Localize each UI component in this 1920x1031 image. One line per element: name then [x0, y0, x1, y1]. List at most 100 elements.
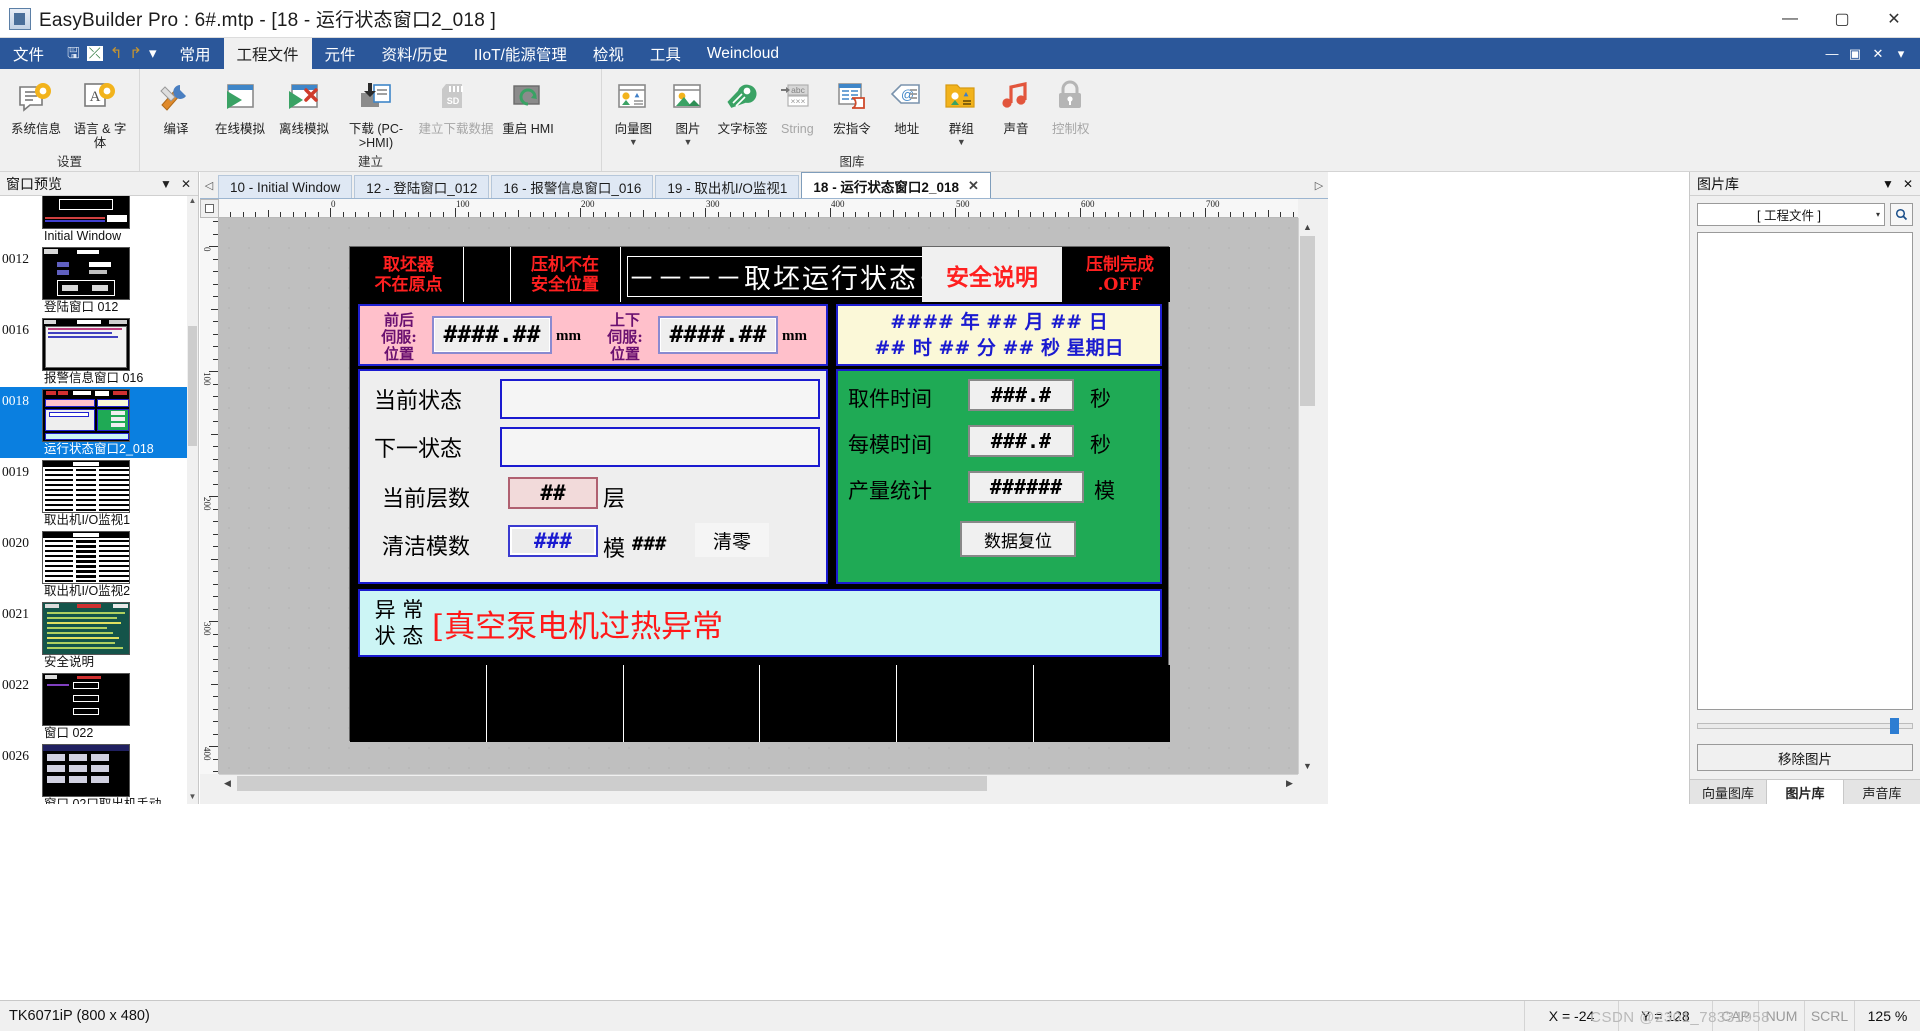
canvas-vertical-scrollbar[interactable]: ▲ ▼ — [1298, 218, 1316, 774]
abnormal-status-panel[interactable]: 异 常 状 态 [真空泵电机过热异常 — [358, 589, 1162, 657]
picture-library-list[interactable] — [1697, 232, 1913, 710]
ribbon-button-compile[interactable]: 编译 — [144, 74, 208, 146]
slider-knob[interactable] — [1890, 718, 1899, 734]
menu-item-tools[interactable]: 工具 — [637, 38, 694, 69]
tab-scroll-left-icon[interactable]: ◁ — [200, 172, 218, 198]
panel-close-icon[interactable]: ✕ — [181, 177, 191, 191]
hmi-canvas[interactable]: 取坯器 不在原点 压机不在 安全位置 －－－－取坯运行状态－－－ 安全说明 压制… — [219, 218, 1298, 774]
mdi-more-button[interactable]: ▾ — [1891, 44, 1911, 64]
minimize-button[interactable]: — — [1764, 0, 1816, 38]
window-list-item[interactable]: 0010 Initial Window — [0, 196, 198, 245]
window-list-item[interactable]: 0019 取出机I/O监视1 — [0, 458, 198, 529]
current-state-value[interactable] — [500, 379, 820, 419]
ribbon-button-download-pc-to-hmi[interactable]: 下载 (PC->HMI) — [336, 74, 416, 150]
ribbon-button-picture[interactable]: 图片 ▼ — [661, 74, 716, 147]
ribbon-button-online-simulation[interactable]: 在线模拟 — [208, 74, 272, 146]
tab-vector-library[interactable]: 向量图库 — [1690, 780, 1767, 804]
ribbon-button-group[interactable]: 群组 ▼ — [934, 74, 989, 147]
bottom-button-2[interactable] — [486, 665, 624, 742]
production-panel[interactable]: 取件时间 ###.# 秒 每模时间 ###.# 秒 产量统计 ###### 模 … — [836, 369, 1162, 584]
maximize-button[interactable]: ▢ — [1816, 0, 1868, 38]
hmi-screen[interactable]: 取坯器 不在原点 压机不在 安全位置 －－－－取坯运行状态－－－ 安全说明 压制… — [349, 246, 1170, 742]
bottom-button-1[interactable] — [350, 665, 487, 742]
alarm-indicator-pickup-not-home[interactable]: 取坯器 不在原点 — [356, 247, 461, 302]
scrollbar-thumb[interactable] — [1300, 236, 1315, 406]
mdi-close-button[interactable]: ✕ — [1868, 44, 1888, 64]
tab-io-monitor-1[interactable]: 19 - 取出机I/O监视1 — [655, 175, 800, 198]
redo-icon[interactable]: ↱ — [129, 46, 142, 61]
scroll-up-arrow[interactable]: ▲ — [1299, 218, 1316, 235]
menu-item-project-file[interactable]: 工程文件 — [223, 38, 312, 69]
tab-sound-library[interactable]: 声音库 — [1844, 780, 1920, 804]
window-list-item[interactable]: 0026 窗口 02口取出机手动 — [0, 742, 198, 804]
window-list-item[interactable]: 0022 窗口 022 — [0, 671, 198, 742]
next-state-value[interactable] — [500, 427, 820, 467]
panel-collapse-icon[interactable]: ▼ — [160, 177, 172, 191]
tab-close-icon[interactable]: ✕ — [968, 178, 979, 194]
data-reset-button[interactable]: 数据复位 — [960, 521, 1076, 557]
undo-icon[interactable]: ↰ — [110, 46, 123, 61]
clean-count-value[interactable]: ### — [508, 525, 598, 557]
window-list-item-selected[interactable]: 0018 运行状态窗口2_018 — [0, 387, 198, 458]
chevron-down-icon[interactable]: ▾ — [1876, 210, 1880, 219]
output-count-value[interactable]: ###### — [968, 471, 1084, 503]
ribbon-button-build-download-data[interactable]: SD 建立下载数据 — [416, 74, 496, 146]
tab-initial-window[interactable]: 10 - Initial Window — [218, 175, 353, 198]
menu-item-data-history[interactable]: 资料/历史 — [369, 38, 461, 69]
tab-alarm-window[interactable]: 16 - 报警信息窗口_016 — [491, 175, 654, 198]
chevron-down-icon[interactable]: ▼ — [629, 137, 638, 147]
bottom-button-6[interactable] — [1034, 665, 1170, 742]
scroll-up-arrow[interactable]: ▲ — [187, 196, 198, 208]
window-list-item[interactable]: 0021 安全说明 — [0, 600, 198, 671]
ribbon-button-reboot-hmi[interactable]: 重启 HMI — [496, 74, 560, 146]
tab-run-status-window-2[interactable]: 18 - 运行状态窗口2_018 ✕ — [801, 172, 991, 198]
cycle-time-value[interactable]: ###.# — [968, 425, 1074, 457]
menu-item-objects[interactable]: 元件 — [312, 38, 369, 69]
window-list-item[interactable]: 0012 登陆窗口 012 — [0, 245, 198, 316]
ribbon-button-offline-simulation[interactable]: 离线模拟 — [272, 74, 336, 146]
bottom-button-5[interactable] — [897, 665, 1035, 742]
panel-close-icon[interactable]: ✕ — [1903, 177, 1913, 191]
menu-item-common[interactable]: 常用 — [167, 38, 224, 69]
ribbon-button-macro[interactable]: 宏指令 — [825, 74, 880, 146]
picture-size-slider[interactable] — [1697, 718, 1913, 734]
status-panel[interactable]: 当前状态 下一状态 当前层数 ## 层 清洁模数 ### 模 ### 清零 — [358, 369, 828, 584]
scroll-down-arrow[interactable]: ▼ — [1299, 757, 1316, 774]
ribbon-button-language-font[interactable]: A 语言 & 字体 — [68, 74, 132, 150]
chevron-down-icon[interactable]: ▼ — [684, 137, 693, 147]
tab-picture-library[interactable]: 图片库 — [1767, 780, 1844, 804]
menu-item-iiot[interactable]: IIoT/能源管理 — [461, 38, 580, 69]
bottom-button-3[interactable] — [623, 665, 761, 742]
ribbon-button-control-rights[interactable]: 控制权 — [1043, 74, 1098, 146]
ribbon-button-string[interactable]: abc ××× String — [770, 74, 825, 146]
window-list-item[interactable]: 0016 报警信息窗口 016 — [0, 316, 198, 387]
ribbon-button-text-label[interactable]: 文字标签 — [715, 74, 770, 146]
save-icon[interactable]: 🖫 — [67, 46, 80, 61]
window-list-item[interactable]: 0020 取出机I/O监视2 — [0, 529, 198, 600]
safety-instruction-button[interactable]: 安全说明 — [922, 247, 1062, 302]
menu-item-view[interactable]: 检视 — [580, 38, 637, 69]
mdi-restore-button[interactable]: ▣ — [1845, 44, 1865, 64]
canvas-horizontal-scrollbar[interactable]: ◀ ▶ — [219, 774, 1298, 792]
ribbon-button-vector-graphic[interactable]: 向量图 ▼ — [606, 74, 661, 147]
front-back-servo-value[interactable]: ####.## — [432, 316, 552, 354]
press-complete-indicator[interactable]: 压制完成 .OFF — [1072, 247, 1168, 302]
up-down-servo-value[interactable]: ####.## — [658, 316, 778, 354]
alarm-indicator-press-not-safe[interactable]: 压机不在 安全位置 — [512, 247, 618, 302]
bottom-button-4[interactable] — [760, 665, 898, 742]
export-icon[interactable]: ⤫ — [86, 46, 103, 61]
clear-button[interactable]: 清零 — [695, 523, 769, 557]
ruler-corner[interactable] — [200, 199, 219, 218]
scroll-down-arrow[interactable]: ▼ — [187, 792, 198, 804]
qat-more-icon[interactable]: ▾ — [149, 46, 157, 61]
hmi-top-bar[interactable]: 取坯器 不在原点 压机不在 安全位置 －－－－取坯运行状态－－－ 安全说明 压制… — [350, 247, 1170, 302]
zoom-level[interactable]: 125 % — [1854, 1000, 1920, 1031]
remove-picture-button[interactable]: 移除图片 — [1697, 744, 1913, 771]
scroll-left-arrow[interactable]: ◀ — [219, 775, 236, 792]
chevron-down-icon[interactable]: ▼ — [957, 137, 966, 147]
menu-item-weincloud[interactable]: Weincloud — [694, 38, 792, 69]
mdi-minimize-button[interactable]: — — [1822, 44, 1842, 64]
window-list[interactable]: 0010 Initial Window — [0, 196, 198, 804]
close-button[interactable]: ✕ — [1868, 0, 1920, 38]
scrollbar-thumb[interactable] — [188, 326, 197, 446]
